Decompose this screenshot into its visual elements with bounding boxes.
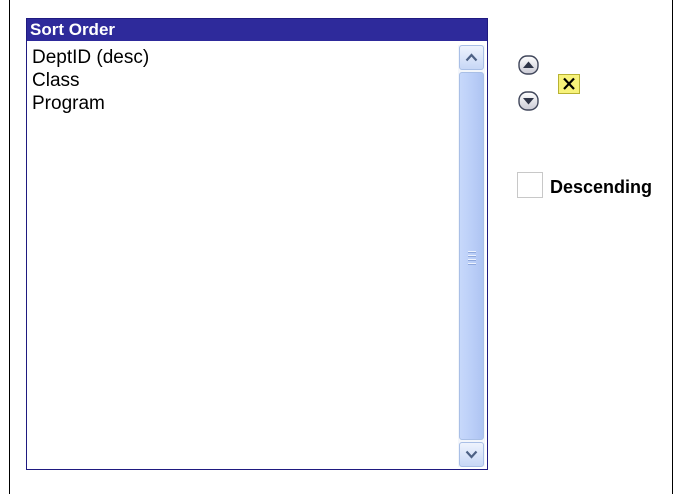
move-down-button[interactable] [518,91,540,111]
chevron-up-icon [465,53,478,62]
scroll-thumb[interactable] [459,72,484,440]
scroll-down-button[interactable] [459,442,484,467]
circle-up-arrow-icon [518,55,539,75]
chevron-down-icon [465,450,478,459]
descending-label: Descending [550,177,653,197]
listbox-title: Sort Order [27,19,487,41]
scroll-up-button[interactable] [459,45,484,70]
sort-order-listbox[interactable]: Sort Order DeptID (desc) Class Program [26,18,488,470]
circle-down-arrow-icon [518,91,539,111]
descending-checkbox[interactable] [517,172,543,198]
list-item[interactable]: Class [32,69,149,92]
list-items: DeptID (desc) Class Program [32,46,149,115]
vertical-scrollbar[interactable] [458,45,485,467]
grip-icon [468,251,476,267]
move-up-button[interactable] [518,55,540,75]
delete-button[interactable] [558,74,580,94]
listbox-body: DeptID (desc) Class Program [27,41,487,469]
list-item[interactable]: DeptID (desc) [32,46,149,69]
list-item[interactable]: Program [32,92,149,115]
x-mark-icon [563,77,575,90]
